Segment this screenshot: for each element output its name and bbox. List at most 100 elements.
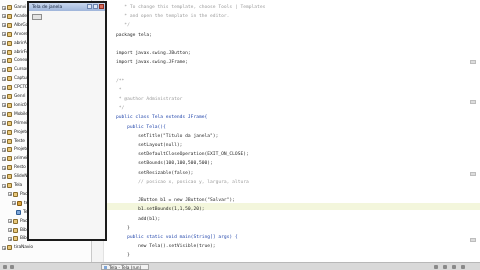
expand-icon[interactable]: + [8, 236, 12, 241]
editor-tab-tela[interactable]: Tela - Tela (run) [101, 264, 149, 270]
expand-icon[interactable]: + [12, 201, 16, 206]
code-line[interactable]: public class Tela extends JFrame{ [116, 114, 207, 121]
code-editor[interactable] [92, 0, 480, 262]
expand-icon[interactable]: + [2, 50, 6, 55]
jframe-button[interactable] [32, 14, 42, 20]
code-line[interactable]: setBounds(100,100,500,500); [116, 160, 213, 167]
expand-icon[interactable]: + [2, 32, 6, 37]
code-line[interactable]: public Tela(){ [116, 124, 166, 131]
tree-item[interactable]: + Ganvi [2, 4, 26, 11]
code-line[interactable]: * To change this template, choose Tools … [116, 4, 265, 11]
code-line[interactable]: * @author Administrator [116, 96, 183, 103]
project-icon [7, 13, 12, 19]
project-icon [7, 120, 12, 126]
insert-mode-icon [461, 265, 465, 269]
expand-icon[interactable]: + [2, 67, 6, 72]
expand-icon[interactable]: + [2, 5, 6, 10]
code-line[interactable]: * and open the template in the editor. [116, 13, 229, 20]
project-icon [7, 22, 12, 28]
expand-icon[interactable]: + [2, 121, 6, 126]
code-line[interactable]: */ [116, 105, 125, 112]
expand-icon[interactable]: + [2, 156, 6, 161]
expand-icon[interactable]: + [2, 183, 6, 188]
tree-item[interactable]: + Resto [2, 164, 26, 171]
expand-icon[interactable]: + [2, 23, 6, 28]
code-line[interactable]: // posicao x, posicao y, largura, altura [116, 179, 249, 186]
expand-icon[interactable]: + [2, 245, 6, 250]
scroll-marker[interactable] [470, 100, 476, 104]
tree-item[interactable]: + Teste [2, 138, 25, 145]
memory-icon[interactable] [452, 265, 456, 269]
code-line[interactable]: add(b1); [116, 216, 160, 223]
notification-icon[interactable] [434, 265, 438, 269]
project-icon [7, 129, 12, 135]
package-icon [17, 200, 22, 206]
folder-icon [13, 236, 18, 242]
tree-item[interactable]: + Genri [2, 93, 26, 100]
project-icon [7, 245, 12, 251]
expand-icon[interactable]: + [8, 192, 12, 197]
code-line[interactable]: setTitle("Titulo da janela"); [116, 133, 218, 140]
project-icon [7, 174, 12, 180]
expand-icon[interactable]: + [2, 85, 6, 90]
scroll-marker[interactable] [470, 172, 476, 176]
expand-icon[interactable]: + [2, 130, 6, 135]
tasks-icon[interactable] [10, 265, 14, 269]
code-line[interactable]: b1.setBounds(1,1,50,20); [116, 206, 204, 213]
code-line[interactable]: * [116, 87, 122, 94]
java-file-icon [104, 265, 107, 269]
expand-icon[interactable]: + [2, 174, 6, 179]
close-icon[interactable] [99, 4, 104, 9]
tree-item-label: Ganvi [14, 5, 27, 10]
code-line[interactable]: JButton b1 = new JButton("Salvar"); [116, 197, 235, 204]
code-line[interactable]: import javax.swing.JFrame; [116, 59, 188, 66]
expand-icon[interactable]: + [2, 94, 6, 99]
tree-item[interactable]: + Cursos [2, 66, 28, 73]
scroll-marker[interactable] [470, 238, 476, 242]
folder-icon [13, 227, 18, 233]
expand-icon[interactable]: + [2, 147, 6, 152]
project-icon [7, 67, 12, 73]
code-line[interactable]: } [116, 252, 130, 259]
tree-item[interactable]: + tiraNavio [2, 244, 33, 251]
project-icon [7, 49, 12, 55]
code-line[interactable]: setResizable(false); [116, 170, 193, 177]
code-line[interactable]: setDefaultCloseOperation(EXIT_ON_CLOSE); [116, 151, 249, 158]
code-line[interactable]: setLayout(null); [116, 142, 182, 149]
code-line[interactable]: } [116, 225, 130, 232]
tree-item[interactable]: + CPCTC [2, 84, 28, 91]
jframe-preview-window[interactable]: Tela de janela [27, 1, 107, 241]
tree-item-label: Teste [14, 138, 25, 144]
tree-item-label: Tela [14, 183, 23, 188]
expand-icon[interactable]: + [2, 165, 6, 170]
code-line[interactable]: */ [116, 22, 130, 29]
project-icon [7, 40, 12, 46]
expand-icon[interactable]: + [2, 76, 6, 81]
project-icon [7, 58, 12, 64]
editor-tab-label: Tela - Tela (run) [109, 264, 142, 270]
expand-icon[interactable]: + [2, 41, 6, 46]
expand-icon[interactable]: + [8, 219, 12, 224]
console-icon[interactable] [3, 265, 7, 269]
expand-icon[interactable]: + [2, 14, 6, 19]
maximize-icon[interactable] [93, 4, 98, 9]
expand-icon[interactable]: + [2, 112, 6, 117]
minimize-icon[interactable] [87, 4, 92, 9]
sync-icon[interactable] [443, 265, 447, 269]
folder-icon [13, 218, 18, 224]
tree-item[interactable]: + Tela [2, 182, 22, 189]
jframe-window-controls [87, 4, 104, 9]
tree-item[interactable]: + Ionic01 [2, 102, 29, 109]
scroll-marker[interactable] [470, 60, 476, 64]
expand-icon[interactable]: + [2, 139, 6, 144]
code-line[interactable]: /** [116, 78, 124, 85]
expand-icon[interactable]: + [2, 103, 6, 108]
code-line[interactable]: public static void main(String[] args) { [116, 234, 238, 241]
code-line[interactable]: new Tela().setVisible(true); [116, 243, 215, 250]
jframe-title: Tela de janela [32, 4, 63, 10]
expand-icon[interactable]: + [8, 228, 12, 233]
code-line[interactable]: package tela; [116, 32, 152, 39]
code-line[interactable]: import javax.swing.JButton; [116, 50, 191, 57]
tree-item-label: CPCTC [14, 85, 28, 91]
expand-icon[interactable]: + [2, 58, 6, 63]
